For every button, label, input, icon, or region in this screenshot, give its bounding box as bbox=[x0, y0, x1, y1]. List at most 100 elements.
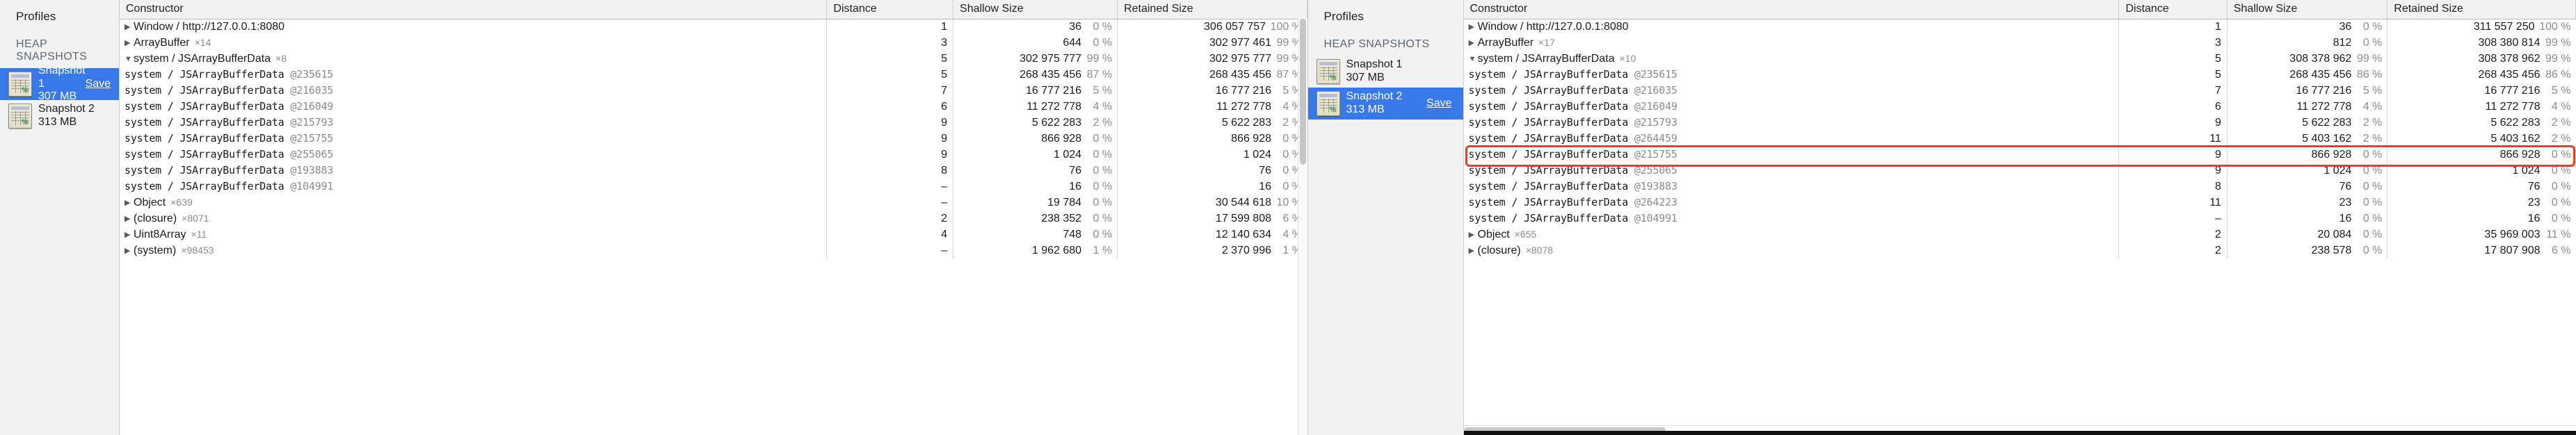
cell-constructor[interactable]: ▶ Window / http://127.0.0.1:8080 bbox=[1463, 19, 2120, 35]
retained-size-percent: 100 % bbox=[1270, 20, 1302, 33]
cell-constructor[interactable]: system / JSArrayBufferData @193883 bbox=[120, 163, 828, 179]
cell-constructor[interactable]: ▶ (system) ×98453 bbox=[120, 243, 828, 258]
cell-constructor[interactable]: ▶ Window / http://127.0.0.1:8080 bbox=[120, 19, 828, 35]
table-row[interactable]: system / JSArrayBufferData @216049 6 11 27… bbox=[1463, 99, 2576, 115]
chevron-down-icon[interactable]: ▼ bbox=[124, 55, 134, 63]
table-row[interactable]: system / JSArrayBufferData @193883 8 76 0 %… bbox=[1463, 179, 2576, 195]
cell-constructor[interactable]: system / JSArrayBufferData @264223 bbox=[1463, 195, 2120, 211]
table-row[interactable]: ▶ ArrayBuffer ×17 3 812 0 % 308 380 814 99 % bbox=[1463, 35, 2576, 51]
cell-constructor[interactable]: ▶ (closure) ×8078 bbox=[1463, 243, 2120, 258]
table-row[interactable]: ▶ (closure) ×8071 2 238 352 0 % 17 599 808 6 % bbox=[120, 211, 1307, 227]
cell-constructor[interactable]: system / JSArrayBufferData @215755 bbox=[120, 131, 828, 147]
table-row[interactable]: system / JSArrayBufferData @255065 9 1 024… bbox=[120, 147, 1307, 163]
table-row[interactable]: system / JSArrayBufferData @264459 11 5 40… bbox=[1463, 131, 2576, 147]
table-row[interactable]: ▶ Object ×655 2 20 084 0 % 35 969 003 11 % bbox=[1463, 227, 2576, 243]
chevron-right-icon[interactable]: ▶ bbox=[124, 38, 134, 47]
table-row[interactable]: ▶ (closure) ×8078 2 238 578 0 % 17 807 908 6 % bbox=[1463, 243, 2576, 258]
snapshot-name: Snapshot 2 bbox=[1346, 90, 1403, 103]
cell-constructor[interactable]: system / JSArrayBufferData @235615 bbox=[120, 67, 828, 83]
column-header-retained-size[interactable]: Retained Size bbox=[2387, 0, 2576, 19]
snapshot-list-item-1[interactable]: % Snapshot 1 307 MB bbox=[1308, 56, 1463, 88]
constructor-name: system / JSArrayBufferData bbox=[1468, 180, 1629, 192]
table-row[interactable]: ▶ ArrayBuffer ×14 3 644 0 % 302 977 461 99 % bbox=[120, 35, 1307, 51]
chevron-right-icon[interactable]: ▶ bbox=[1469, 38, 1478, 47]
chevron-right-icon[interactable]: ▶ bbox=[124, 198, 134, 207]
cell-constructor[interactable]: system / JSArrayBufferData @104991 bbox=[120, 179, 828, 195]
table-row[interactable]: system / JSArrayBufferData @235615 5 268 4… bbox=[120, 67, 1307, 83]
vertical-scrollbar[interactable] bbox=[1297, 19, 1307, 435]
cell-constructor[interactable]: system / JSArrayBufferData @216049 bbox=[120, 99, 828, 115]
cell-constructor[interactable]: system / JSArrayBufferData @235615 bbox=[1463, 67, 2120, 83]
table-row[interactable]: system / JSArrayBufferData @216049 6 11 27… bbox=[120, 99, 1307, 115]
snapshot-list-item-2[interactable]: % Snapshot 2 313 MB Save bbox=[1307, 88, 1463, 120]
cell-constructor[interactable]: ▶ Uint8Array ×11 bbox=[120, 227, 828, 243]
table-row[interactable]: system / JSArrayBufferData @235615 5 268 4… bbox=[1463, 67, 2576, 83]
chevron-right-icon[interactable]: ▶ bbox=[124, 246, 134, 255]
column-header-retained-size[interactable]: Retained Size bbox=[1117, 0, 1307, 19]
table-row[interactable]: system / JSArrayBufferData @215793 9 5 622… bbox=[120, 115, 1307, 131]
cell-constructor[interactable]: ▶ Object ×639 bbox=[120, 195, 828, 211]
cell-constructor[interactable]: ▶ ArrayBuffer ×14 bbox=[120, 35, 828, 51]
cell-constructor[interactable]: system / JSArrayBufferData @193883 bbox=[1463, 179, 2120, 195]
snapshot-list-item-1[interactable]: % Snapshot 1 307 MB Save bbox=[0, 65, 119, 102]
column-header-constructor[interactable]: Constructor bbox=[120, 0, 828, 19]
chevron-right-icon[interactable]: ▶ bbox=[1469, 22, 1478, 31]
cell-constructor[interactable]: ▼ system / JSArrayBufferData ×10 bbox=[1463, 51, 2120, 67]
save-button[interactable]: Save bbox=[1426, 97, 1456, 110]
chevron-right-icon[interactable]: ▶ bbox=[124, 230, 134, 239]
table-row[interactable]: system / JSArrayBufferData @193883 8 76 0 %… bbox=[120, 163, 1307, 179]
chevron-down-icon[interactable]: ▼ bbox=[1469, 55, 1478, 63]
cell-constructor[interactable]: system / JSArrayBufferData @216035 bbox=[120, 83, 828, 99]
table-row[interactable]: ▶ (system) ×98453 – 1 962 680 1 % 2 370 996 1 % bbox=[120, 243, 1307, 258]
cell-constructor[interactable]: system / JSArrayBufferData @216035 bbox=[1463, 83, 2120, 99]
table-row[interactable]: ▶ Uint8Array ×11 4 748 0 % 12 140 634 4 % bbox=[120, 227, 1307, 243]
retained-size-value: 308 380 814 bbox=[2478, 36, 2541, 49]
table-row[interactable]: system / JSArrayBufferData @255065 9 1 024… bbox=[1463, 163, 2576, 179]
constructor-name: (closure) bbox=[1477, 244, 1521, 256]
table-row[interactable]: ▶ Window / http://127.0.0.1:8080 1 36 0 % 306… bbox=[120, 19, 1307, 35]
constructor-grid-right[interactable]: Constructor Distance Shallow Size Retain… bbox=[1463, 0, 2576, 435]
distance-value: 5 bbox=[2214, 68, 2221, 81]
table-row[interactable]: ▼ system / JSArrayBufferData ×8 5 302 975 77… bbox=[120, 51, 1307, 67]
table-row[interactable]: system / JSArrayBufferData @215793 9 5 622… bbox=[1463, 115, 2576, 131]
cell-constructor[interactable]: system / JSArrayBufferData @255065 bbox=[1463, 163, 2120, 179]
table-row[interactable]: system / JSArrayBufferData @104991 – 16 0 %… bbox=[1463, 211, 2576, 227]
snapshot-list-item-2[interactable]: % Snapshot 2 313 MB bbox=[0, 100, 119, 132]
chevron-right-icon[interactable]: ▶ bbox=[1469, 246, 1478, 255]
constructor-name: Window / http://127.0.0.1:8080 bbox=[134, 20, 285, 33]
shallow-size-percent: 2 % bbox=[1093, 116, 1113, 129]
table-row[interactable]: system / JSArrayBufferData @216035 7 16 77… bbox=[120, 83, 1307, 99]
column-header-distance[interactable]: Distance bbox=[2118, 0, 2228, 19]
column-header-shallow-size[interactable]: Shallow Size bbox=[2227, 0, 2388, 19]
table-row[interactable]: ▶ Window / http://127.0.0.1:8080 1 36 0 % 311… bbox=[1463, 19, 2576, 35]
cell-constructor[interactable]: system / JSArrayBufferData @264459 bbox=[1463, 131, 2120, 147]
constructor-grid-left[interactable]: Constructor Distance Shallow Size Retain… bbox=[120, 0, 1307, 435]
instance-count: ×98453 bbox=[181, 244, 214, 256]
table-row[interactable]: system / JSArrayBufferData @215755 9 866 9… bbox=[1463, 147, 2576, 163]
column-header-distance[interactable]: Distance bbox=[826, 0, 954, 19]
table-row[interactable]: system / JSArrayBufferData @215755 9 866 9… bbox=[120, 131, 1307, 147]
table-row[interactable]: system / JSArrayBufferData @264223 11 23 0 … bbox=[1463, 195, 2576, 211]
scrollbar-thumb[interactable] bbox=[1299, 19, 1306, 165]
cell-constructor[interactable]: system / JSArrayBufferData @255065 bbox=[120, 147, 828, 163]
table-row[interactable]: ▶ Object ×639 – 19 784 0 % 30 544 618 10 % bbox=[120, 195, 1307, 211]
table-row[interactable]: ▼ system / JSArrayBufferData ×10 5 308 378 9… bbox=[1463, 51, 2576, 67]
save-button[interactable]: Save bbox=[86, 78, 115, 90]
chevron-right-icon[interactable]: ▶ bbox=[124, 22, 134, 31]
cell-constructor[interactable]: ▼ system / JSArrayBufferData ×8 bbox=[120, 51, 828, 67]
column-header-constructor[interactable]: Constructor bbox=[1463, 0, 2120, 19]
chevron-right-icon[interactable]: ▶ bbox=[124, 214, 134, 223]
cell-constructor[interactable]: ▶ Object ×655 bbox=[1463, 227, 2120, 243]
cell-constructor[interactable]: system / JSArrayBufferData @215793 bbox=[120, 115, 828, 131]
cell-constructor[interactable]: ▶ ArrayBuffer ×17 bbox=[1463, 35, 2120, 51]
cell-constructor[interactable]: system / JSArrayBufferData @216049 bbox=[1463, 99, 2120, 115]
cell-constructor[interactable]: system / JSArrayBufferData @215793 bbox=[1463, 115, 2120, 131]
table-row[interactable]: system / JSArrayBufferData @216035 7 16 77… bbox=[1463, 83, 2576, 99]
table-row[interactable]: system / JSArrayBufferData @104991 – 16 0 %… bbox=[120, 179, 1307, 195]
cell-constructor[interactable]: system / JSArrayBufferData @104991 bbox=[1463, 211, 2120, 227]
cell-constructor[interactable]: system / JSArrayBufferData @215755 bbox=[1463, 147, 2120, 163]
cell-constructor[interactable]: ▶ (closure) ×8071 bbox=[120, 211, 828, 227]
retained-size-percent: 99 % bbox=[2545, 52, 2571, 65]
chevron-right-icon[interactable]: ▶ bbox=[1469, 230, 1478, 239]
column-header-shallow-size[interactable]: Shallow Size bbox=[953, 0, 1118, 19]
